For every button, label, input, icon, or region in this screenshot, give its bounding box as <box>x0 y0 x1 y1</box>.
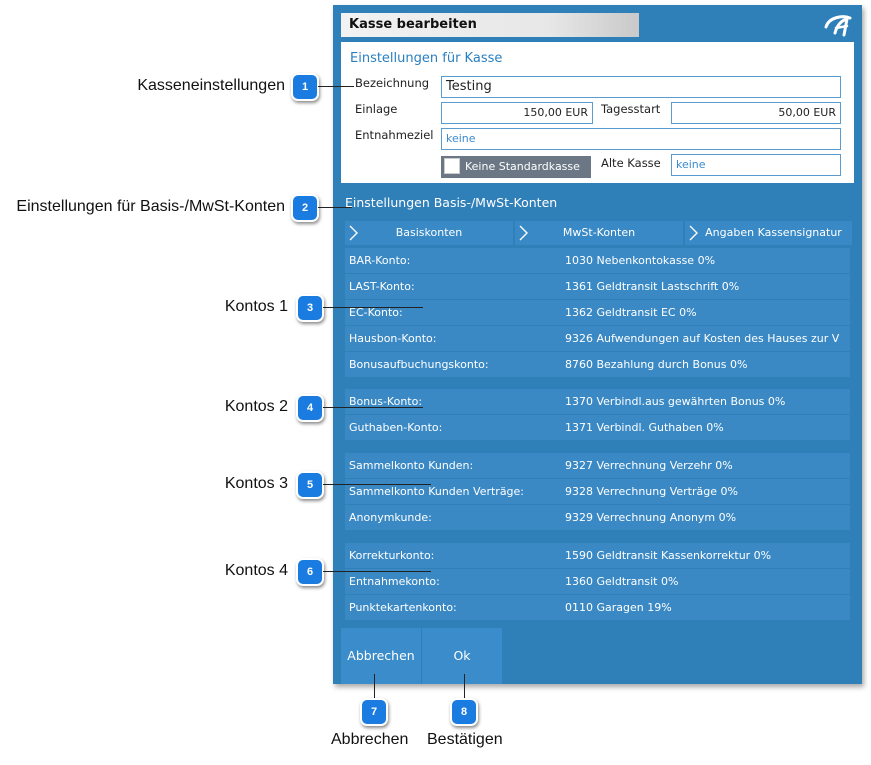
annotation-label-6: Kontos 4 <box>224 562 288 579</box>
account-label: Bonus-Konto: <box>349 395 423 408</box>
tab-kassensignatur[interactable]: Angaben Kassensignatur <box>685 221 852 245</box>
account-label: Bonusaufbuchungskonto: <box>349 358 489 371</box>
edit-register-dialog: Kasse bearbeiten Einstellungen für Kasse… <box>333 5 862 684</box>
account-value: 9327 Verrechnung Verzehr 0% <box>565 459 733 472</box>
account-value: 9329 Verrechnung Anonym 0% <box>565 511 737 524</box>
annotation-label-3: Kontos 1 <box>224 298 288 315</box>
entnahmeziel-label: Entnahmeziel <box>355 128 434 142</box>
account-value: 1030 Nebenkontokasse 0% <box>565 254 716 267</box>
accounts-section-title: Einstellungen Basis-/MwSt-Konten <box>345 195 558 210</box>
ok-button[interactable]: Ok <box>422 628 502 684</box>
annotation-leader <box>374 674 375 698</box>
account-value: 9328 Verrechnung Verträge 0% <box>565 485 738 498</box>
account-row[interactable]: Anonymkunde: 9329 Verrechnung Anonym 0% <box>345 505 850 530</box>
account-label: Hausbon-Konto: <box>349 332 437 345</box>
account-value: 9326 Aufwendungen auf Kosten des Hauses … <box>565 332 840 345</box>
bezeichnung-input[interactable]: Testing <box>441 76 841 98</box>
account-value: 1370 Verbindl.aus gewährten Bonus 0% <box>565 395 786 408</box>
account-label: Punktekartenkonto: <box>349 601 457 614</box>
account-row[interactable]: Bonus-Konto: 1370 Verbindl.aus gewährten … <box>345 389 850 414</box>
annotation-leader <box>323 484 431 485</box>
account-value: 1360 Geldtransit 0% <box>565 575 679 588</box>
annotation-label-7: Abbrechen <box>331 731 409 748</box>
account-row[interactable]: BAR-Konto: 1030 Nebenkontokasse 0% <box>345 248 850 273</box>
account-label: BAR-Konto: <box>349 254 411 267</box>
annotation-label-1: Kasseneinstellungen <box>137 77 285 94</box>
account-label: Korrekturkonto: <box>349 549 435 562</box>
annotation-badge-2: 2 <box>291 194 319 222</box>
annotation-leader <box>323 307 423 308</box>
account-row[interactable]: Korrekturkonto: 1590 Geldtransit Kassenko… <box>345 543 850 568</box>
account-row[interactable]: Sammelkonto Kunden Verträge: 9328 Verrech… <box>345 479 850 504</box>
account-label: Anonymkunde: <box>349 511 432 524</box>
annotation-label-2: Einstellungen für Basis-/MwSt-Konten <box>16 198 285 215</box>
annotation-badge-6: 6 <box>296 558 324 586</box>
account-row[interactable]: EC-Konto: 1362 Geldtransit EC 0% <box>345 300 850 325</box>
dialog-title: Kasse bearbeiten <box>341 13 639 37</box>
annotation-leader <box>323 407 423 408</box>
account-label: Sammelkonto Kunden: <box>349 459 474 472</box>
annotation-badge-8: 8 <box>450 698 478 726</box>
annotation-leader <box>318 207 352 208</box>
annotation-label-8: Bestätigen <box>427 731 503 748</box>
annotation-badge-7: 7 <box>360 698 388 726</box>
tab-label: Basiskonten <box>395 226 463 239</box>
accounts-group-1: BAR-Konto: 1030 Nebenkontokasse 0% LAST-K… <box>345 248 850 378</box>
account-row[interactable]: Bonusaufbuchungskonto: 8760 Bezahlung dur… <box>345 352 850 377</box>
tab-basiskonten[interactable]: Basiskonten <box>345 221 513 245</box>
checkbox-icon[interactable] <box>444 158 460 174</box>
standard-register-label: Keine Standardkasse <box>465 160 580 173</box>
account-row[interactable]: Hausbon-Konto: 9326 Aufwendungen auf Kost… <box>345 326 850 351</box>
settings-title: Einstellungen für Kasse <box>350 51 503 66</box>
chevron-right-icon <box>349 225 358 241</box>
account-row[interactable]: Punktekartenkonto: 0110 Garagen 19% <box>345 595 850 620</box>
account-row[interactable]: Entnahmekonto: 1360 Geldtransit 0% <box>345 569 850 594</box>
account-value: 1371 Verbindl. Guthaben 0% <box>565 421 724 434</box>
register-settings-panel: Einstellungen für Kasse Bezeichnung Test… <box>341 42 854 183</box>
chevron-right-icon <box>689 225 698 241</box>
tagesstart-input[interactable]: 50,00 EUR <box>671 102 841 124</box>
account-row[interactable]: LAST-Konto: 1361 Geldtransit Lastschrift … <box>345 274 850 299</box>
standard-register-toggle[interactable]: Keine Standardkasse <box>441 156 591 178</box>
tab-label: MwSt-Konten <box>562 226 636 239</box>
einlage-label: Einlage <box>355 102 398 116</box>
account-value: 1362 Geldtransit EC 0% <box>565 306 697 319</box>
account-label: LAST-Konto: <box>349 280 415 293</box>
annotation-badge-5: 5 <box>296 471 324 499</box>
alte-kasse-label: Alte Kasse <box>601 156 661 170</box>
annotation-leader <box>323 571 431 572</box>
annotation-badge-1: 1 <box>291 73 319 101</box>
annotation-label-5: Kontos 3 <box>224 475 288 492</box>
account-value: 8760 Bezahlung durch Bonus 0% <box>565 358 748 371</box>
chevron-right-icon <box>519 225 528 241</box>
app-logo-icon <box>824 15 852 37</box>
account-row[interactable]: Guthaben-Konto: 1371 Verbindl. Guthaben 0… <box>345 415 850 440</box>
accounts-group-4: Korrekturkonto: 1590 Geldtransit Kassenko… <box>345 543 850 621</box>
einlage-input[interactable]: 150,00 EUR <box>441 102 593 124</box>
account-label: Sammelkonto Kunden Verträge: <box>349 485 525 498</box>
tab-label: Angaben Kassensignatur <box>705 226 842 239</box>
bezeichnung-label: Bezeichnung <box>355 76 430 90</box>
accounts-tabs: Basiskonten MwSt-Konten Angaben Kassensi… <box>345 221 852 245</box>
accounts-group-2: Bonus-Konto: 1370 Verbindl.aus gewährten … <box>345 389 850 441</box>
cancel-button[interactable]: Abbrechen <box>341 628 421 684</box>
account-label: Guthaben-Konto: <box>349 421 443 434</box>
account-row[interactable]: Sammelkonto Kunden: 9327 Verrechnung Verz… <box>345 453 850 478</box>
tab-mwst-konten[interactable]: MwSt-Konten <box>515 221 683 245</box>
annotation-leader <box>318 86 354 87</box>
annotation-badge-4: 4 <box>296 394 324 422</box>
tagesstart-label: Tagesstart <box>601 102 661 116</box>
accounts-group-3: Sammelkonto Kunden: 9327 Verrechnung Verz… <box>345 453 850 531</box>
entnahmeziel-select[interactable]: keine <box>441 128 841 150</box>
account-value: 1361 Geldtransit Lastschrift 0% <box>565 280 740 293</box>
annotation-leader <box>464 674 465 698</box>
annotation-badge-3: 3 <box>296 294 324 322</box>
account-label: EC-Konto: <box>349 306 403 319</box>
account-value: 0110 Garagen 19% <box>565 601 672 614</box>
alte-kasse-select[interactable]: keine <box>671 154 841 176</box>
annotation-label-4: Kontos 2 <box>224 398 288 415</box>
account-label: Entnahmekonto: <box>349 575 440 588</box>
account-value: 1590 Geldtransit Kassenkorrektur 0% <box>565 549 772 562</box>
